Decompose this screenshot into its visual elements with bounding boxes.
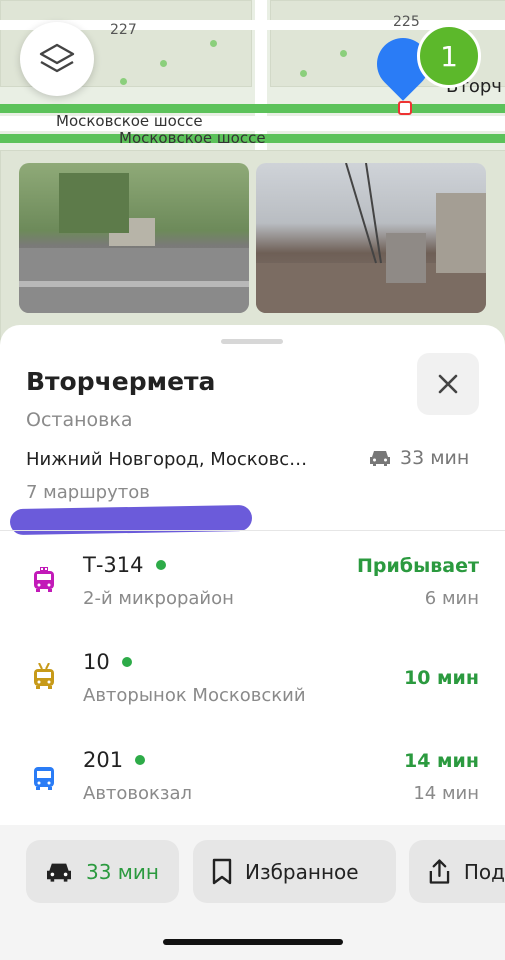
route-destination: 2-й микрорайон <box>83 588 234 609</box>
route-number: 10 <box>83 650 132 674</box>
share-button[interactable]: Под <box>409 840 505 903</box>
map-tree <box>120 78 127 85</box>
share-label: Под <box>463 859 505 884</box>
road-label: Московское шоссе <box>119 129 266 147</box>
route-next-time: 14 мин <box>413 783 479 804</box>
stop-photo-image <box>19 173 249 313</box>
taxi-bus-icon <box>34 567 54 592</box>
route-number: Т-314 <box>83 553 166 577</box>
close-icon <box>438 374 458 394</box>
home-indicator[interactable] <box>163 939 343 945</box>
route-item[interactable]: 201 Автовокзал 14 мин 14 мин <box>0 743 505 823</box>
drive-route-label: 33 мин <box>86 859 159 884</box>
layers-icon <box>39 43 75 73</box>
route-item[interactable]: 10 Авторынок Московский 10 мин <box>0 645 505 725</box>
live-dot-icon <box>135 755 146 765</box>
house-number: 227 <box>110 22 137 38</box>
route-number-label: 10 <box>83 650 110 674</box>
stop-photo[interactable] <box>256 163 486 313</box>
drive-time[interactable]: 33 мин <box>368 447 469 469</box>
bookmark-icon <box>212 858 232 884</box>
map-tree <box>160 60 167 67</box>
close-button[interactable] <box>417 353 479 415</box>
route-arrival-status: Прибывает <box>356 555 479 577</box>
favorite-button[interactable]: Избранное <box>193 840 396 903</box>
divider <box>0 530 505 531</box>
route-destination: Автовокзал <box>83 783 193 804</box>
routes-count: 7 маршрутов <box>26 482 150 503</box>
route-number-label: Т-314 <box>83 553 144 577</box>
stop-photo-image <box>256 163 486 313</box>
stop-count-badge[interactable]: 1 <box>417 24 481 88</box>
live-dot-icon <box>155 560 166 570</box>
house-number: 225 <box>393 14 420 30</box>
live-dot-icon <box>121 657 132 667</box>
sheet-grabber[interactable] <box>221 339 283 344</box>
action-bar: 33 мин Избранное Под <box>0 825 505 960</box>
route-arrival-status: 14 мин <box>403 750 479 772</box>
map-tree <box>340 50 347 57</box>
route-next-time: 6 мин <box>424 588 479 609</box>
share-icon <box>429 858 450 884</box>
route-number-label: 201 <box>83 748 124 772</box>
map-tree <box>210 40 217 47</box>
favorite-label: Избранное <box>245 859 359 884</box>
drive-time-label: 33 мин <box>400 447 470 469</box>
route-number: 201 <box>83 748 146 772</box>
stop-address: Нижний Новгород, Московс… <box>26 449 308 470</box>
bus-stop-marker-icon[interactable] <box>398 101 412 115</box>
route-destination: Авторынок Московский <box>83 685 306 706</box>
bus-icon <box>34 767 54 790</box>
map-tree <box>300 70 307 77</box>
car-icon <box>47 863 71 882</box>
stop-type: Остановка <box>26 409 133 431</box>
trolleybus-icon <box>34 663 54 689</box>
stop-title: Вторчермета <box>26 367 216 396</box>
stop-photo[interactable] <box>19 163 249 313</box>
road-label: Московское шоссе <box>56 112 203 130</box>
drive-route-button[interactable]: 33 мин <box>26 840 179 903</box>
route-arrival-status: 10 мин <box>403 667 479 689</box>
map-view[interactable]: 227 225 Московское шоссе Московское шосс… <box>0 0 505 360</box>
route-item[interactable]: Т-314 2-й микрорайон Прибывает 6 мин <box>0 547 505 627</box>
layers-button[interactable] <box>20 22 94 96</box>
car-icon <box>370 451 390 466</box>
